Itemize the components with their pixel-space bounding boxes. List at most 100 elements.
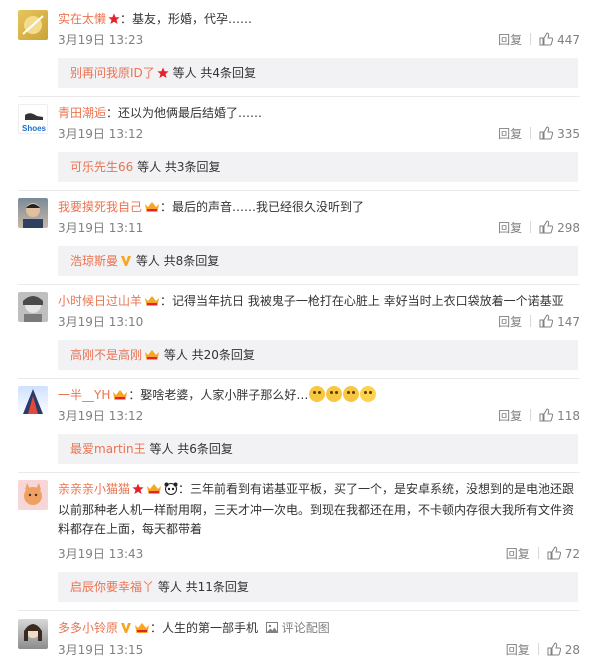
divider: [530, 409, 532, 421]
comment-time: 3月19日 13:12: [58, 409, 144, 423]
avatar[interactable]: [18, 292, 48, 322]
like-count: 118: [557, 409, 580, 423]
doge-emoji-icon: [343, 386, 360, 402]
comment-text: 人生的第一部手机: [162, 621, 259, 635]
reply-user-link[interactable]: 浩琼斯曼: [70, 254, 118, 268]
like-count: 147: [557, 315, 580, 329]
reply-summary[interactable]: 别再问我原ID了 等人 共4条回复: [58, 58, 578, 88]
divider: [18, 610, 580, 611]
like-button[interactable]: 72: [547, 546, 580, 564]
username-link[interactable]: 实在太懒: [58, 12, 106, 26]
divider: [537, 643, 539, 655]
like-count: 298: [557, 221, 580, 235]
like-button[interactable]: 147: [539, 314, 580, 329]
username-link[interactable]: 亲亲亲小猫猫: [58, 482, 130, 496]
username-link[interactable]: 青田潮逅: [58, 106, 106, 120]
avatar[interactable]: Shoes: [18, 104, 48, 134]
comment-time: 3月19日 13:10: [58, 315, 144, 329]
verified-v-icon: [120, 621, 132, 639]
vip-crown-icon: [144, 200, 160, 218]
like-button[interactable]: 298: [539, 220, 580, 238]
reply-user-link[interactable]: 可乐先生66: [70, 160, 133, 174]
vip-crown-icon: [112, 388, 128, 406]
reply-count-link[interactable]: 等人 共3条回复: [137, 160, 220, 174]
panda-badge-icon: [164, 482, 178, 501]
username-link[interactable]: 一半__YH: [58, 388, 110, 402]
like-count: 28: [564, 643, 580, 657]
reply-user-link[interactable]: 高刚不是高刚: [70, 348, 142, 362]
reply-user-link[interactable]: 别再问我原ID了: [70, 66, 155, 80]
like-button[interactable]: 118: [539, 408, 580, 426]
thumbs-up-icon: [539, 126, 554, 144]
comment-text: 娶啥老婆，人家小胖子那么好…: [140, 388, 309, 402]
reply-button[interactable]: 回复: [506, 643, 530, 657]
reply-summary[interactable]: 浩琼斯曼 等人 共8条回复: [58, 246, 578, 276]
avatar[interactable]: [18, 10, 48, 40]
vip-crown-icon: [146, 482, 162, 501]
star-badge-icon: [108, 12, 120, 30]
star-badge-icon: [132, 482, 144, 501]
like-button[interactable]: 28: [547, 642, 580, 660]
divider: [18, 284, 580, 285]
comment-text: 还以为他俩最后结婚了……: [118, 106, 263, 120]
reply-count-link[interactable]: 等人 共6条回复: [149, 442, 232, 456]
divider: [530, 221, 532, 233]
reply-button[interactable]: 回复: [498, 315, 522, 329]
doge-emoji-icon: [309, 386, 326, 402]
doge-emoji-icon: [326, 386, 343, 402]
username-link[interactable]: 我要摸死我自己: [58, 200, 142, 214]
verified-v-icon: [120, 248, 132, 278]
avatar[interactable]: [18, 619, 48, 649]
star-badge-icon: [157, 60, 169, 90]
reply-summary[interactable]: 最爱martin王 等人 共6条回复: [58, 434, 578, 464]
divider: [18, 96, 580, 97]
reply-count-link[interactable]: 等人 共4条回复: [173, 66, 256, 80]
reply-count-link[interactable]: 等人 共20条回复: [164, 348, 255, 362]
reply-count-link[interactable]: 等人 共8条回复: [136, 254, 219, 268]
reply-button[interactable]: 回复: [498, 221, 522, 235]
picture-icon: [265, 621, 278, 635]
like-button[interactable]: 447: [539, 32, 580, 50]
username-link[interactable]: 多多小铃原: [58, 621, 118, 635]
reply-summary[interactable]: 可乐先生66 等人 共3条回复: [58, 152, 578, 182]
reply-user-link[interactable]: 最爱martin王: [70, 442, 146, 456]
vip-crown-icon: [134, 621, 150, 639]
reply-button[interactable]: 回复: [498, 33, 522, 47]
comment-time: 3月19日 13:15: [58, 643, 144, 657]
divider: [530, 315, 532, 327]
reply-button[interactable]: 回复: [498, 127, 522, 141]
comment-text: 最后的声音……我已经很久没听到了: [172, 200, 365, 214]
reply-user-link[interactable]: 启辰你要幸福丫: [70, 580, 154, 594]
vip-crown-icon: [144, 342, 160, 372]
reply-summary[interactable]: 启辰你要幸福丫 等人 共11条回复: [58, 572, 578, 602]
like-button[interactable]: 335: [539, 126, 580, 144]
laugh-cry-emoji-icon: [360, 386, 377, 402]
comment-time: 3月19日 13:12: [58, 127, 144, 141]
comment-text: 基友，形婚，代孕……: [132, 12, 253, 26]
divider: [530, 33, 532, 45]
reply-summary[interactable]: 高刚不是高刚 等人 共20条回复: [58, 340, 578, 370]
divider: [18, 472, 580, 473]
reply-count-link[interactable]: 等人 共11条回复: [158, 580, 249, 594]
avatar[interactable]: [18, 198, 48, 228]
avatar[interactable]: [18, 386, 48, 416]
comment-time: 3月19日 13:11: [58, 221, 144, 235]
thumbs-up-icon: [539, 408, 554, 426]
comment-text: 记得当年抗日 我被鬼子一枪打在心脏上 幸好当时上衣口袋放着一个诺基亚: [172, 294, 564, 308]
thumbs-up-icon: [547, 642, 561, 660]
thumbs-up-icon: [539, 32, 554, 50]
like-count: 72: [564, 547, 580, 561]
username-link[interactable]: 小时候日过山羊: [58, 294, 142, 308]
reply-button[interactable]: 回复: [506, 547, 530, 561]
like-count: 447: [557, 33, 580, 47]
reply-button[interactable]: 回复: [498, 409, 522, 423]
divider: [537, 547, 539, 559]
svg-text:Shoes: Shoes: [22, 124, 47, 133]
thumbs-up-icon: [539, 220, 554, 238]
divider: [18, 190, 580, 191]
comment-picture-link[interactable]: 评论配图: [265, 621, 330, 635]
avatar[interactable]: [18, 480, 48, 510]
like-count: 335: [557, 127, 580, 141]
thumbs-up-icon: [547, 546, 561, 564]
divider: [18, 378, 580, 379]
